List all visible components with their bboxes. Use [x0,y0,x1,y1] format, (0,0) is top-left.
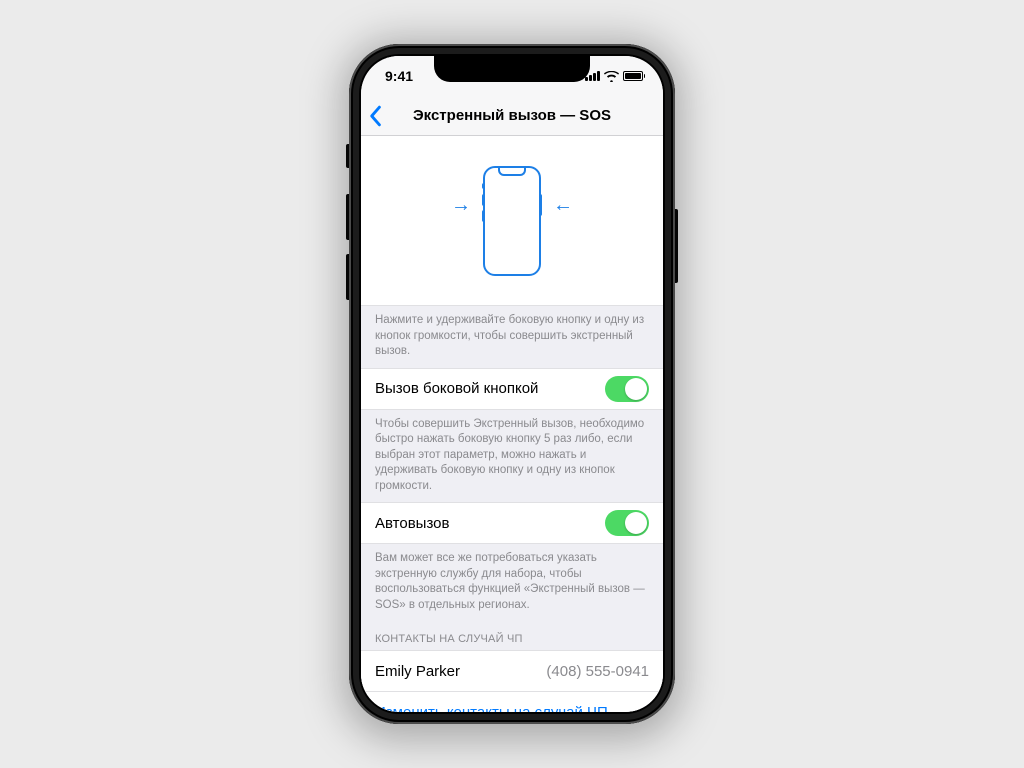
status-time: 9:41 [385,68,413,84]
contact-phone: (408) 555-0941 [546,663,649,680]
arrow-right-icon: → [451,194,471,217]
contacts-header: КОНТАКТЫ НА СЛУЧАЙ ЧП [361,621,663,650]
hw-volume-up [346,194,349,240]
row-label: Вызов боковой кнопкой [375,380,538,397]
arrow-left-icon: ← [553,194,573,217]
notch [434,56,590,82]
screen: 9:41 Экстренный вызов — SOS [361,56,663,712]
wifi-icon [604,71,619,82]
hw-volume-down [346,254,349,300]
nav-title: Экстренный вызов — SOS [413,107,611,124]
settings-content[interactable]: → ← Нажмите и удерживайте боковую кнопку… [361,136,663,712]
side-button-footer: Чтобы совершить Экстренный вызов, необхо… [361,410,663,503]
edit-contacts-link: Изменить контакты на случай ЧП [375,704,608,712]
sos-illustration: → ← [361,136,663,306]
illustration-caption: Нажмите и удерживайте боковую кнопку и о… [361,306,663,368]
toggle-side-button-call[interactable] [605,376,649,402]
row-edit-contacts[interactable]: Изменить контакты на случай ЧП [361,692,663,712]
row-contact[interactable]: Emily Parker (408) 555-0941 [361,650,663,692]
phone-frame: 9:41 Экстренный вызов — SOS [349,44,675,724]
row-auto-call[interactable]: Автовызов [361,502,663,544]
row-label: Автовызов [375,515,449,532]
contact-name: Emily Parker [375,663,460,680]
nav-bar: Экстренный вызов — SOS [361,96,663,136]
back-button[interactable] [367,105,383,127]
toggle-auto-call[interactable] [605,510,649,536]
hw-mute-switch [346,144,349,168]
phone-glyph-icon [483,166,541,276]
battery-icon [623,71,646,81]
hw-side-button [675,209,678,283]
row-side-button-call[interactable]: Вызов боковой кнопкой [361,368,663,410]
auto-call-footer: Вам может все же потребоваться указать э… [361,544,663,621]
